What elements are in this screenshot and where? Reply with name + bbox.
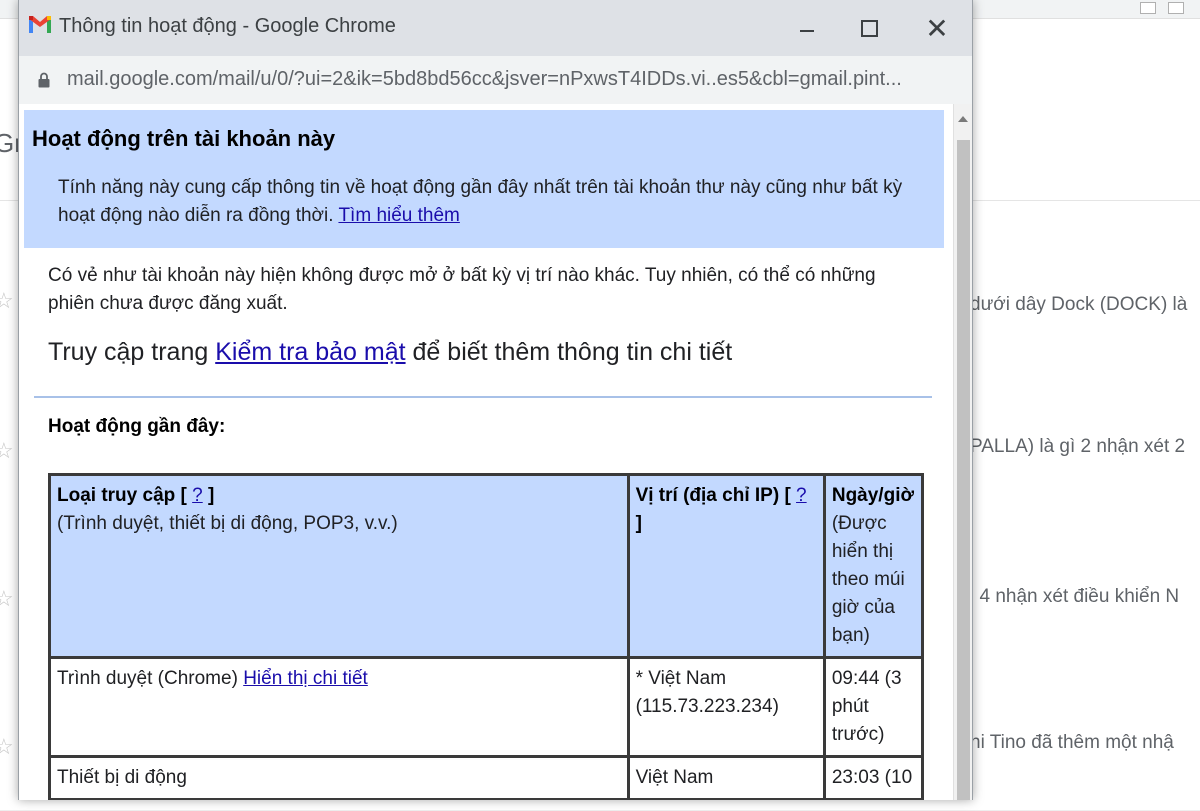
security-checkup-line: Truy cập trang Kiểm tra bảo mật để biết … — [48, 338, 928, 367]
scroll-up-arrow-icon[interactable] — [958, 116, 968, 122]
access-type-value: Trình duyệt (Chrome) — [57, 668, 238, 689]
email-snippet: hi Tino đã thêm một nhậ — [970, 732, 1174, 753]
section-divider — [34, 396, 932, 398]
close-icon: ✕ — [925, 12, 949, 44]
minimize-icon — [800, 30, 814, 32]
gmail-icon — [29, 16, 51, 33]
table-row: Thiết bị di động Việt Nam 23:03 (10 — [48, 755, 925, 800]
url-text[interactable]: mail.google.com/mail/u/0/?ui=2&ik=5bd8bd… — [67, 68, 962, 91]
location-help-link[interactable]: ? — [796, 485, 807, 506]
lock-icon[interactable] — [38, 72, 50, 88]
access-type-label: Loại truy cập — [57, 485, 176, 506]
vertical-scrollbar[interactable] — [953, 104, 972, 800]
close-button[interactable]: ✕ — [917, 10, 957, 46]
background-window-icon — [1140, 2, 1156, 14]
location-cell: * Việt Nam (115.73.223.234) — [626, 656, 826, 758]
datetime-header: Ngày/giờ (Được hiển thị theo múi giờ của… — [822, 473, 925, 659]
window-titlebar[interactable]: Thông tin hoạt động - Google Chrome ✕ — [19, 0, 972, 56]
table-row: Trình duyệt (Chrome) Hiển thị chi tiết *… — [48, 656, 925, 758]
star-icon[interactable]: ☆ — [0, 734, 14, 760]
star-icon[interactable]: ☆ — [0, 438, 14, 464]
minimize-button[interactable] — [787, 10, 827, 46]
time-cell: 23:03 (10 — [822, 755, 925, 800]
address-bar[interactable]: mail.google.com/mail/u/0/?ui=2&ik=5bd8bd… — [19, 56, 972, 105]
window-title: Thông tin hoạt động - Google Chrome — [59, 15, 396, 37]
access-cell: Trình duyệt (Chrome) Hiển thị chi tiết — [48, 656, 630, 758]
activity-body: Có vẻ như tài khoản này hiện không được … — [24, 248, 944, 800]
time-cell: 09:44 (3 phút trước) — [822, 656, 925, 758]
scrollbar-thumb[interactable] — [957, 140, 970, 800]
access-cell: Thiết bị di động — [48, 755, 630, 800]
security-checkup-link[interactable]: Kiểm tra bảo mật — [215, 338, 405, 366]
security-prefix: Truy cập trang — [48, 338, 209, 366]
background-window-icon — [1168, 2, 1184, 14]
learn-more-link[interactable]: Tìm hiểu thêm — [338, 205, 459, 226]
location-label: Vị trí (địa chỉ IP) — [635, 485, 780, 506]
recent-activity-label: Hoạt động gần đây: — [48, 416, 226, 437]
status-message: Có vẻ như tài khoản này hiện không được … — [48, 265, 876, 314]
star-icon[interactable]: ☆ — [0, 586, 14, 612]
email-snippet: i 4 nhận xét điều khiển N — [970, 586, 1180, 607]
show-details-link[interactable]: Hiển thị chi tiết — [243, 668, 368, 689]
access-type-header: Loại truy cập [ ? ] (Trình duyệt, thiết … — [48, 473, 630, 659]
maximize-icon — [860, 19, 878, 37]
security-suffix: để biết thêm thông tin chi tiết — [412, 338, 733, 366]
table-header-row: Loại truy cập [ ? ] (Trình duyệt, thiết … — [48, 473, 925, 659]
access-type-subtitle: (Trình duyệt, thiết bị di động, POP3, v.… — [57, 513, 398, 534]
activity-popup-window: Thông tin hoạt động - Google Chrome ✕ ma… — [18, 0, 973, 800]
email-snippet: PALLA) là gì 2 nhận xét 2 — [970, 436, 1186, 457]
datetime-subtitle: (Được hiển thị theo múi giờ của bạn) — [831, 513, 905, 646]
page-content: Hoạt động trên tài khoản này Tính năng n… — [19, 104, 953, 800]
access-type-help-link[interactable]: ? — [192, 485, 203, 506]
location-header: Vị trí (địa chỉ IP) [ ? ] — [626, 473, 826, 659]
email-snippet: dưới dây Dock (DOCK) là — [970, 294, 1188, 315]
description-text: Tính năng này cung cấp thông tin về hoạt… — [58, 177, 903, 226]
datetime-label: Ngày/giờ — [831, 485, 914, 506]
activity-table: Loại truy cập [ ? ] (Trình duyệt, thiết … — [48, 473, 925, 800]
header-description: Tính năng này cung cấp thông tin về hoạt… — [58, 174, 928, 230]
location-cell: Việt Nam — [626, 755, 826, 800]
maximize-button[interactable] — [849, 10, 889, 46]
star-icon[interactable]: ☆ — [0, 288, 14, 314]
page-title: Hoạt động trên tài khoản này — [32, 126, 336, 151]
activity-header: Hoạt động trên tài khoản này Tính năng n… — [24, 110, 944, 248]
